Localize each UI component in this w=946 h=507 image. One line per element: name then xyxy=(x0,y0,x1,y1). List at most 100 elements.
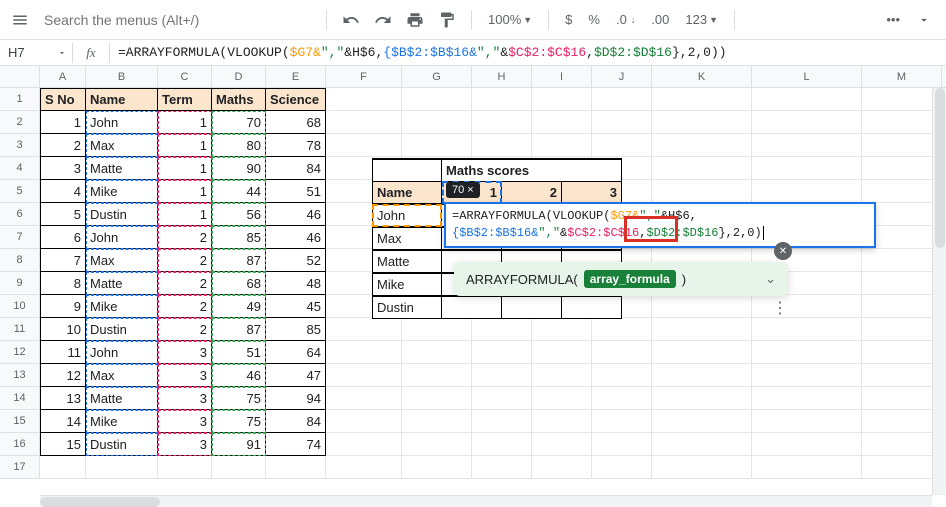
cell[interactable] xyxy=(652,180,752,203)
cell[interactable] xyxy=(862,249,942,272)
cell[interactable] xyxy=(862,111,942,134)
row-header-4[interactable]: 4 xyxy=(0,157,39,180)
paint-format-button[interactable] xyxy=(433,6,461,34)
cell[interactable] xyxy=(532,111,592,134)
cell[interactable] xyxy=(402,134,472,157)
cell[interactable]: 3 xyxy=(40,157,86,180)
cell[interactable]: Name xyxy=(86,88,158,111)
more-formats-dropdown[interactable]: 123▼ xyxy=(679,6,724,34)
cell[interactable] xyxy=(326,134,402,157)
row-header-3[interactable]: 3 xyxy=(0,134,39,157)
cell[interactable] xyxy=(652,410,752,433)
cell[interactable] xyxy=(652,157,752,180)
row-header-5[interactable]: 5 xyxy=(0,180,39,203)
cell[interactable] xyxy=(862,157,942,180)
cell[interactable] xyxy=(652,387,752,410)
column-header-g[interactable]: G xyxy=(402,66,472,87)
cell[interactable]: 45 xyxy=(266,295,326,318)
cell[interactable] xyxy=(752,157,862,180)
row-header-6[interactable]: 6 xyxy=(0,203,39,226)
cell[interactable] xyxy=(402,364,472,387)
cell[interactable] xyxy=(592,341,652,364)
cell[interactable]: 64 xyxy=(266,341,326,364)
cell[interactable]: 12 xyxy=(40,364,86,387)
cell[interactable]: Maths xyxy=(212,88,266,111)
name-box-dropdown[interactable] xyxy=(52,48,72,58)
cell[interactable]: 2 xyxy=(158,272,212,295)
row-header-11[interactable]: 11 xyxy=(0,318,39,341)
cell[interactable] xyxy=(862,134,942,157)
cell[interactable]: 3 xyxy=(158,341,212,364)
cell[interactable] xyxy=(402,111,472,134)
cell[interactable] xyxy=(752,111,862,134)
cell[interactable] xyxy=(752,88,862,111)
cell[interactable]: 56 xyxy=(212,203,266,226)
column-header-c[interactable]: C xyxy=(158,66,212,87)
cell[interactable] xyxy=(652,456,752,479)
cell[interactable] xyxy=(158,456,212,479)
column-header-m[interactable]: M xyxy=(862,66,942,87)
cell[interactable] xyxy=(266,456,326,479)
cell[interactable] xyxy=(862,272,942,295)
cell[interactable]: 15 xyxy=(40,433,86,456)
cell[interactable]: Dustin xyxy=(86,318,158,341)
cell[interactable]: 2 xyxy=(158,226,212,249)
cell[interactable] xyxy=(592,134,652,157)
row-header-16[interactable]: 16 xyxy=(0,433,39,456)
horizontal-scrollbar[interactable] xyxy=(40,495,932,507)
row-header-8[interactable]: 8 xyxy=(0,249,39,272)
cell[interactable] xyxy=(592,433,652,456)
cell[interactable] xyxy=(212,456,266,479)
cell[interactable]: Term xyxy=(158,88,212,111)
cell[interactable] xyxy=(592,318,652,341)
cell[interactable]: 2 xyxy=(158,318,212,341)
chevron-down-icon[interactable]: ⌄ xyxy=(765,271,776,287)
column-header-f[interactable]: F xyxy=(326,66,402,87)
cell[interactable]: 8 xyxy=(40,272,86,295)
cell[interactable] xyxy=(532,318,592,341)
cell[interactable]: 1 xyxy=(158,111,212,134)
cell[interactable] xyxy=(752,456,862,479)
cell[interactable]: 46 xyxy=(266,203,326,226)
hint-more-options[interactable]: ⋮ xyxy=(772,298,788,318)
cell[interactable]: Science xyxy=(266,88,326,111)
cell[interactable] xyxy=(592,410,652,433)
cell[interactable] xyxy=(402,410,472,433)
cell[interactable] xyxy=(532,387,592,410)
row-header-7[interactable]: 7 xyxy=(0,226,39,249)
cell[interactable]: 1 xyxy=(158,203,212,226)
cell[interactable] xyxy=(862,295,942,318)
cell[interactable] xyxy=(402,456,472,479)
cell[interactable]: Max xyxy=(86,249,158,272)
cell[interactable] xyxy=(402,318,472,341)
currency-button[interactable]: $ xyxy=(559,6,578,34)
zoom-dropdown[interactable]: 100% ▼ xyxy=(482,6,538,34)
cell[interactable] xyxy=(652,318,752,341)
cell[interactable]: Mike xyxy=(86,410,158,433)
cell[interactable]: Matte xyxy=(86,157,158,180)
cell[interactable]: 91 xyxy=(212,433,266,456)
cell[interactable]: 84 xyxy=(266,410,326,433)
cell[interactable]: 90 xyxy=(212,157,266,180)
cell[interactable]: 68 xyxy=(212,272,266,295)
cell[interactable]: 48 xyxy=(266,272,326,295)
cell[interactable] xyxy=(532,456,592,479)
cell[interactable] xyxy=(326,341,402,364)
cell[interactable]: 5 xyxy=(40,203,86,226)
row-header-10[interactable]: 10 xyxy=(0,295,39,318)
cell[interactable]: John xyxy=(86,226,158,249)
row-header-12[interactable]: 12 xyxy=(0,341,39,364)
cell[interactable] xyxy=(652,111,752,134)
cell[interactable]: 10 xyxy=(40,318,86,341)
cell[interactable]: 44 xyxy=(212,180,266,203)
cell[interactable]: 46 xyxy=(266,226,326,249)
cell[interactable] xyxy=(532,134,592,157)
cell[interactable] xyxy=(862,180,942,203)
cell[interactable] xyxy=(472,134,532,157)
cell[interactable]: 13 xyxy=(40,387,86,410)
cell[interactable] xyxy=(652,88,752,111)
cell[interactable] xyxy=(472,88,532,111)
cell[interactable]: 75 xyxy=(212,387,266,410)
cell[interactable]: 3 xyxy=(158,410,212,433)
row-header-9[interactable]: 9 xyxy=(0,272,39,295)
